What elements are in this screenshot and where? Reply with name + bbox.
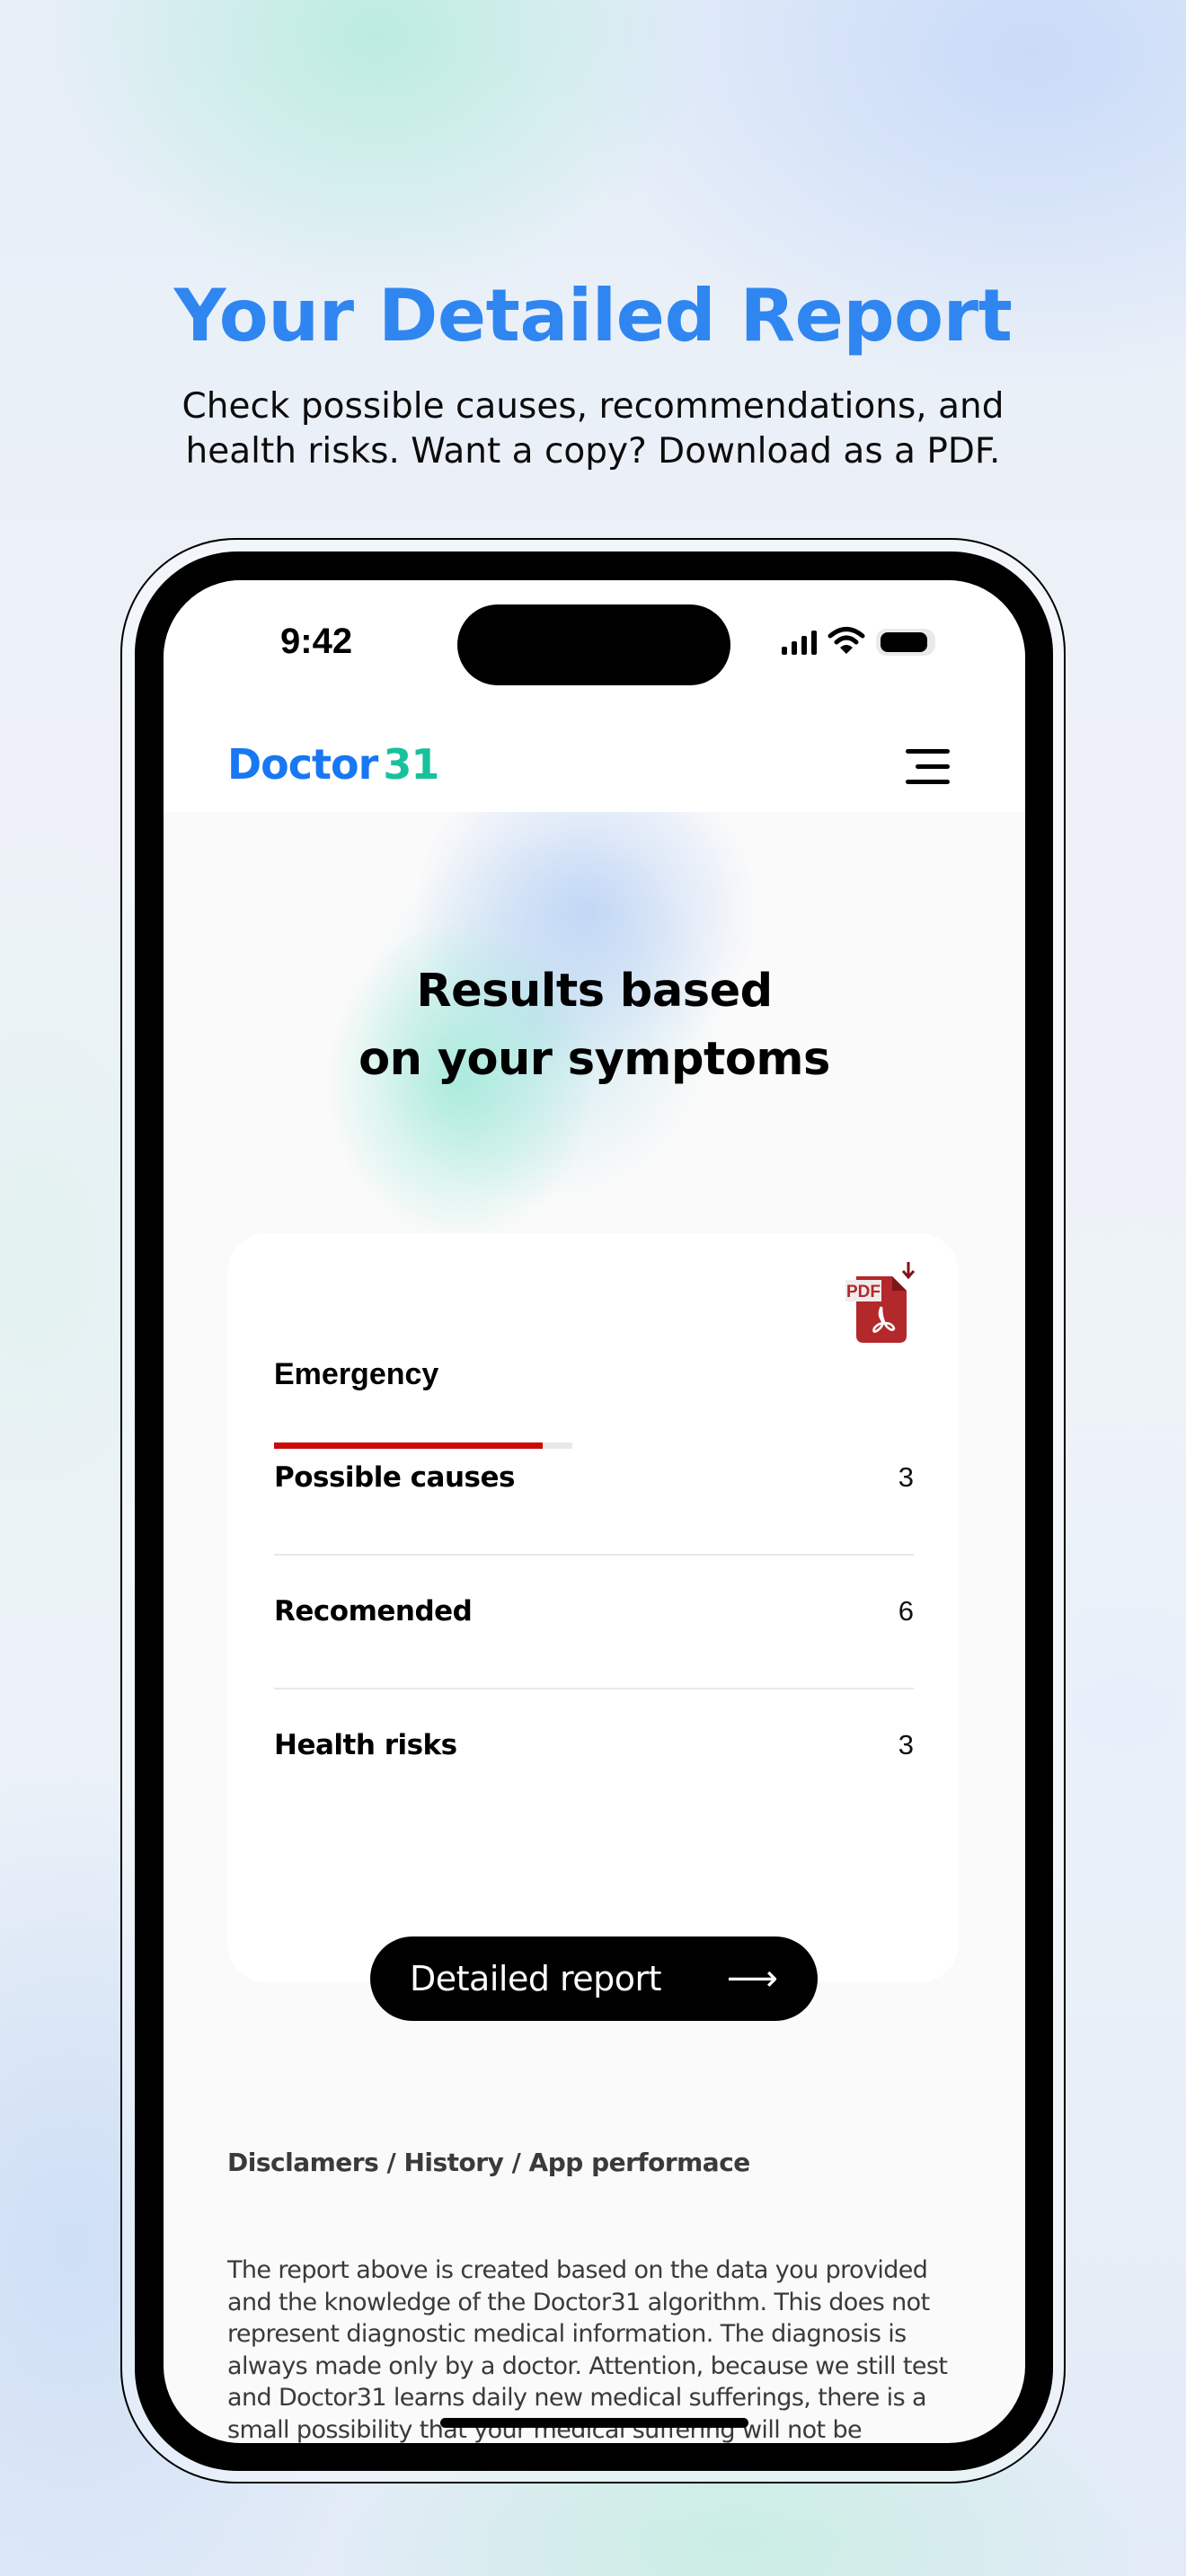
detailed-report-button[interactable]: Detailed report ⟶ [370, 1936, 818, 2021]
cellular-signal-icon [782, 630, 817, 655]
summary-row-health-risks[interactable]: Health risks 3 [274, 1718, 914, 1772]
page-subtitle: Check possible causes, recommendations, … [0, 384, 1186, 474]
home-indicator[interactable] [440, 2418, 748, 2428]
status-icons [782, 624, 935, 660]
severity-bar [274, 1442, 572, 1449]
hamburger-menu-icon[interactable] [903, 745, 953, 788]
doctor31-logo[interactable]: Doctor 31 [227, 740, 439, 789]
row-label: Possible causes [274, 1461, 515, 1494]
status-time: 9:42 [280, 622, 353, 661]
pdf-download-button[interactable]: PDF [842, 1260, 919, 1346]
phone-screen: 9:42 Doctor 31 Results based on your sym… [164, 580, 1025, 2443]
page-title: Your Detailed Report [173, 274, 1013, 357]
severity-label: Emergency [274, 1357, 439, 1391]
row-value: 3 [898, 1729, 914, 1760]
results-title-line-2: on your symptoms [358, 1033, 830, 1086]
summary-row-recommended[interactable]: Recomended 6 [274, 1584, 914, 1638]
pdf-download-icon: PDF [845, 1262, 916, 1343]
row-label: Recomended [274, 1595, 473, 1628]
severity-bar-fill [274, 1442, 543, 1449]
row-label: Health risks [274, 1729, 457, 1761]
pdf-label: PDF [846, 1283, 881, 1301]
row-divider [274, 1688, 914, 1689]
battery-icon [876, 629, 935, 656]
row-value: 3 [898, 1461, 914, 1493]
disclaimer-text: The report above is created based on the… [227, 2256, 948, 2443]
summary-row-possible-causes[interactable]: Possible causes 3 [274, 1451, 914, 1504]
row-value: 6 [898, 1595, 914, 1627]
wifi-icon [828, 626, 865, 659]
arrow-right-icon: ⟶ [726, 1959, 778, 1998]
detailed-report-label: Detailed report [410, 1959, 662, 1998]
logo-number: 31 [383, 740, 439, 789]
results-title: Results based on your symptoms [164, 957, 1025, 1094]
report-summary-card: PDF Emergency Possible causes 3 Recomend… [227, 1233, 959, 1982]
footer-links[interactable]: Disclamers / History / App performace [227, 2148, 750, 2177]
page-subtitle-line-2: health risks. Want a copy? Download as a… [185, 431, 1001, 472]
logo-word: Doctor [227, 740, 378, 789]
row-divider [274, 1554, 914, 1556]
results-title-line-1: Results based [416, 965, 773, 1018]
page-subtitle-line-1: Check possible causes, recommendations, … [181, 386, 1005, 427]
app-header: Doctor 31 [164, 715, 1025, 812]
dynamic-island [457, 604, 730, 685]
